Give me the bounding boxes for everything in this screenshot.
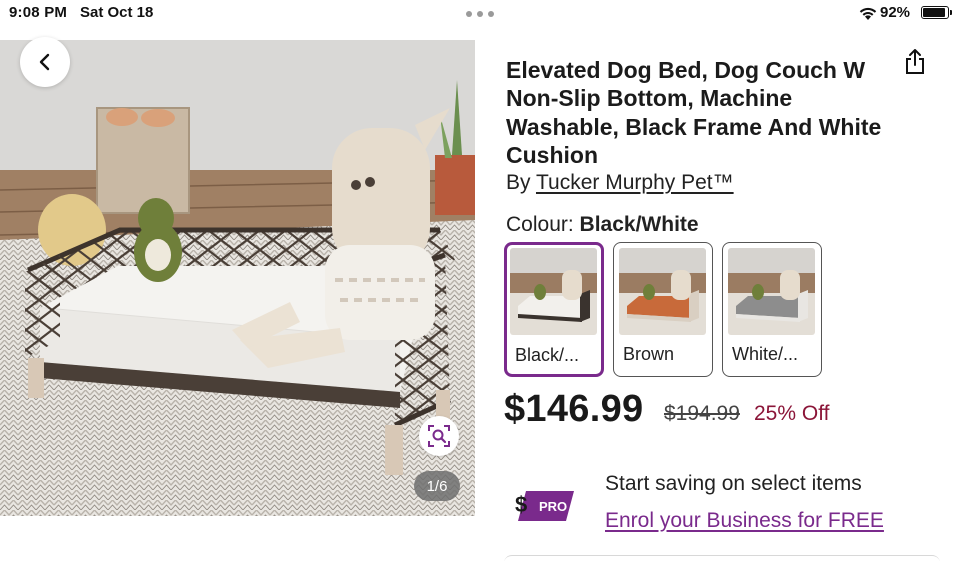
- image-counter: 1/6: [414, 471, 460, 501]
- promo-text: Start saving on select items: [605, 472, 862, 495]
- product-title-line: Washable, Black Frame And White: [506, 113, 882, 140]
- product-title: Elevated Dog Bed, Dog Couch W Non-Slip B…: [506, 56, 898, 169]
- colour-selection: Colour: Black/White: [506, 213, 699, 237]
- byline-prefix: By: [506, 171, 531, 194]
- wifi-icon: [859, 7, 877, 20]
- battery-icon: [921, 6, 952, 19]
- swatch-image: [510, 248, 597, 335]
- pro-badge-text: PRO: [539, 499, 567, 514]
- product-image[interactable]: [0, 40, 475, 516]
- status-date: Sat Oct 18: [80, 4, 154, 21]
- status-time: 9:08 PM: [9, 4, 68, 21]
- brand-byline: By Tucker Murphy Pet™: [506, 171, 734, 195]
- visual-search-icon: [428, 425, 450, 447]
- discount-label: 25% Off: [754, 402, 830, 425]
- enrol-business-link[interactable]: Enrol your Business for FREE: [605, 509, 884, 533]
- swatch-black-white[interactable]: Black/...: [504, 242, 604, 377]
- pro-badge-symbol: $: [515, 492, 527, 517]
- chevron-left-icon: [39, 53, 50, 71]
- product-title-line: Non-Slip Bottom, Machine: [506, 85, 793, 112]
- share-icon[interactable]: [904, 48, 926, 76]
- visual-search-button[interactable]: [419, 416, 459, 456]
- battery-percent: 92%: [880, 4, 911, 21]
- colour-value: Black/White: [579, 213, 699, 236]
- product-title-line: Elevated Dog Bed, Dog Couch W: [506, 57, 866, 83]
- next-section-edge: [504, 555, 940, 561]
- swatch-label: White/...: [732, 344, 799, 364]
- product-title-line: Cushion: [506, 141, 598, 168]
- swatch-image: [619, 248, 706, 335]
- original-price: $194.99: [664, 402, 740, 425]
- swatch-image: [728, 248, 815, 335]
- colour-label: Colour:: [506, 213, 574, 236]
- swatch-label: Brown: [623, 344, 675, 364]
- swatch-label: Black/...: [515, 345, 580, 365]
- pro-badge-icon: $ PRO: [515, 491, 574, 521]
- status-bar: 9:08 PM Sat Oct 18 92%: [0, 0, 960, 26]
- multitasking-dots-icon[interactable]: [466, 11, 494, 17]
- swatch-white-grey[interactable]: White/...: [722, 242, 822, 377]
- brand-link[interactable]: Tucker Murphy Pet™: [536, 171, 734, 194]
- product-photo: [0, 40, 475, 516]
- swatch-brown[interactable]: Brown: [613, 242, 713, 377]
- back-button[interactable]: [20, 37, 70, 87]
- current-price: $146.99: [504, 388, 644, 430]
